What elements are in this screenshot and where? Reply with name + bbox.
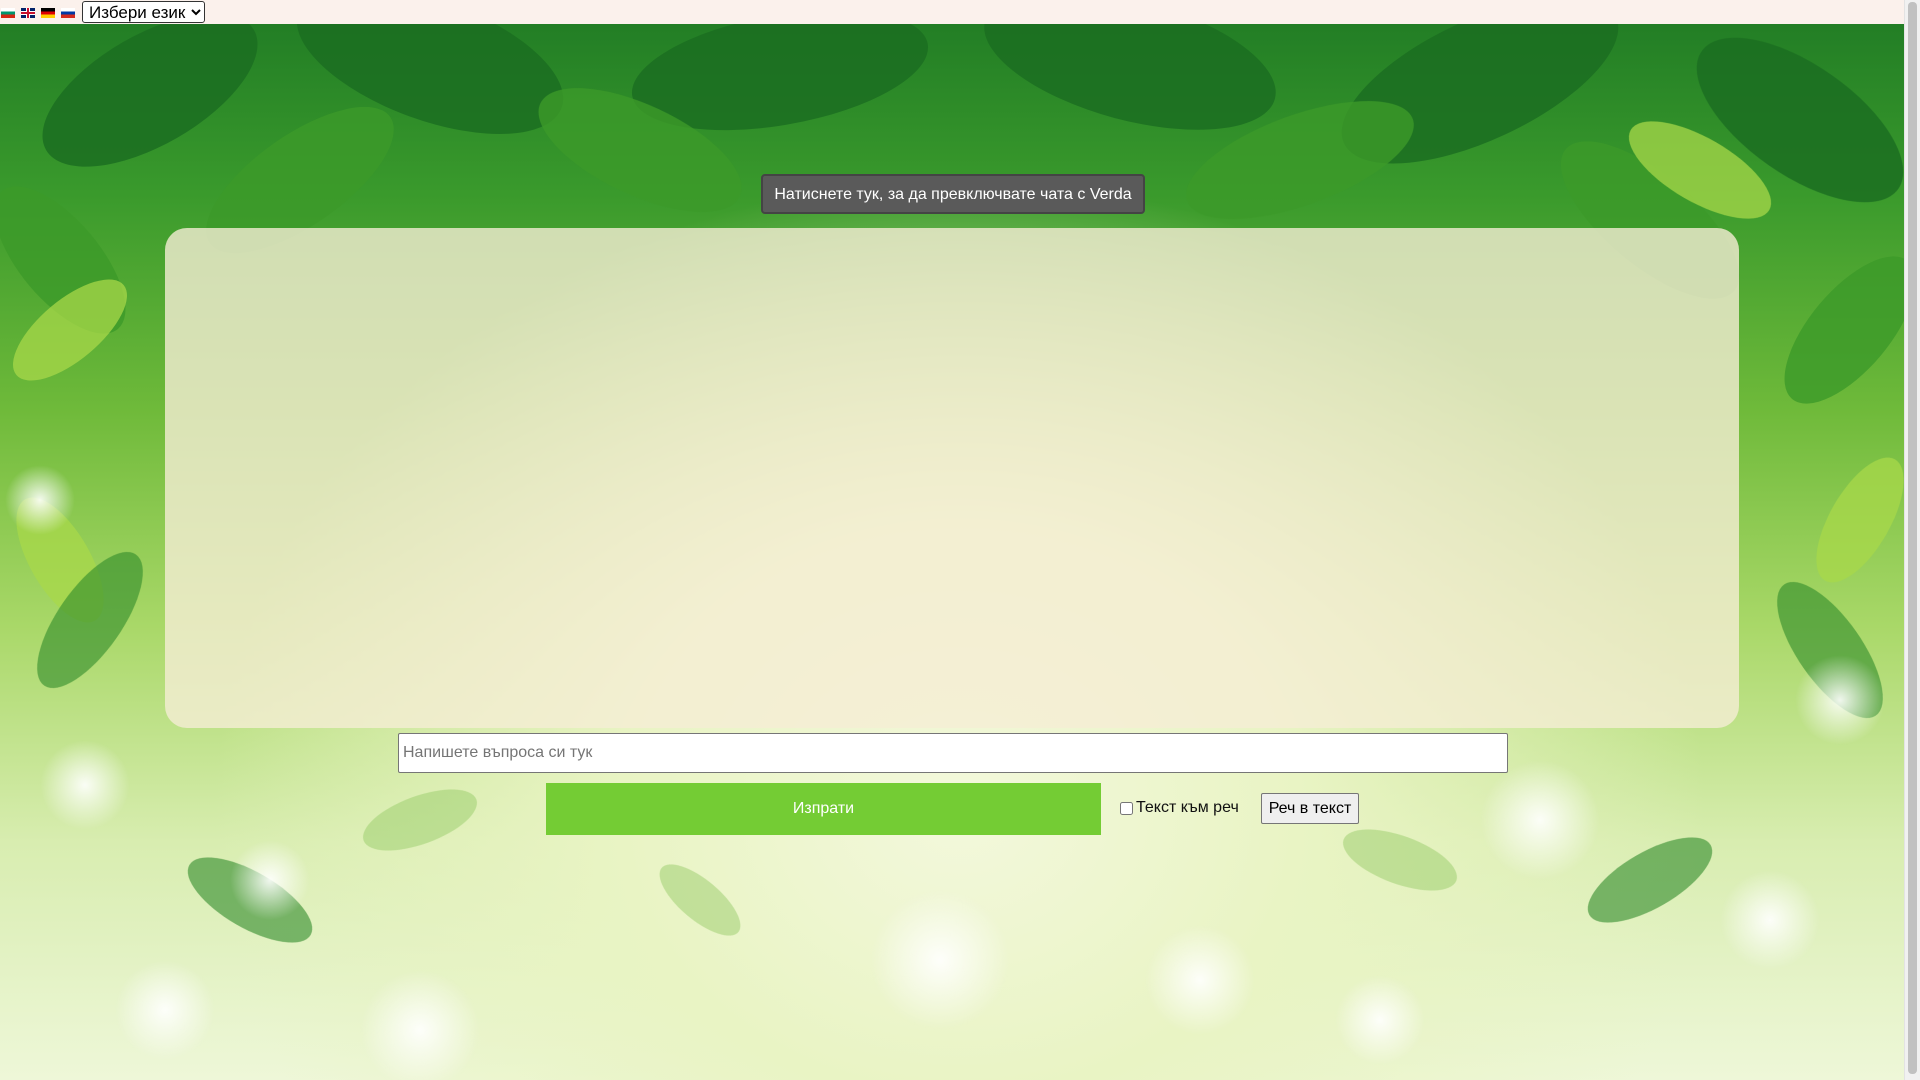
chat-messages-panel — [165, 228, 1739, 728]
question-input[interactable] — [398, 733, 1508, 773]
text-to-speech-option: Текст към реч — [1120, 798, 1239, 818]
english-flag-icon[interactable] — [21, 8, 35, 18]
speech-to-text-button[interactable]: Реч в текст — [1261, 793, 1359, 824]
language-select[interactable]: Избери език — [82, 1, 205, 23]
text-to-speech-checkbox[interactable] — [1120, 801, 1133, 815]
vertical-scrollbar[interactable] — [1904, 0, 1920, 1080]
send-button[interactable]: Изпрати — [546, 783, 1101, 835]
scrollbar-thumb[interactable] — [1908, 2, 1917, 1074]
toggle-chat-button[interactable]: Натиснете тук, за да превключвате чата с… — [761, 174, 1145, 214]
russian-flag-icon[interactable] — [61, 8, 75, 18]
bulgarian-flag-icon[interactable] — [1, 8, 15, 18]
german-flag-icon[interactable] — [41, 8, 55, 18]
language-bar: Избери език — [0, 0, 1905, 24]
text-to-speech-label: Текст към реч — [1136, 799, 1239, 816]
